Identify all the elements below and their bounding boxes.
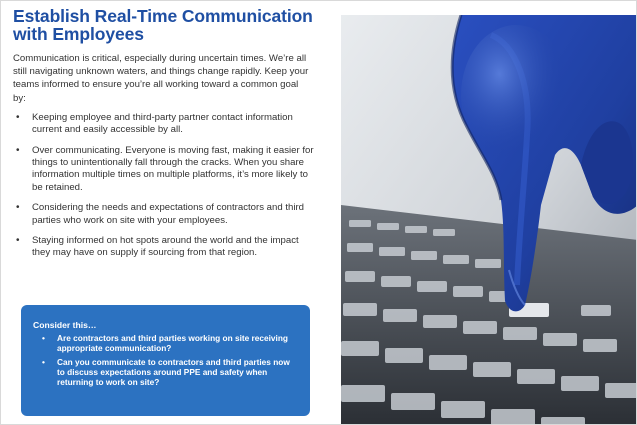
consider-callout-box: Consider this… • Are contractors and thi… [21, 305, 310, 416]
list-item: • Considering the needs and expectations… [13, 202, 315, 227]
photo-illustration [341, 15, 636, 424]
bullet-marker: • [16, 144, 20, 156]
bullet-marker: • [42, 333, 45, 343]
page-title: Establish Real-Time Communication with E… [13, 7, 329, 43]
list-item-text: Staying informed on hot spots around the… [32, 235, 299, 259]
bullet-marker: • [16, 111, 20, 123]
list-item-text: Over communicating. Everyone is moving f… [32, 144, 314, 193]
intro-paragraph: Communication is critical, especially du… [13, 53, 309, 104]
consider-list: • Are contractors and third parties work… [33, 333, 296, 387]
consider-item: • Are contractors and third parties work… [33, 333, 296, 354]
consider-heading: Consider this… [33, 320, 97, 330]
consider-item-text: Can you communicate to contractors and t… [57, 356, 290, 388]
consider-item-text: Are contractors and third parties workin… [57, 333, 288, 354]
list-item: • Over communicating. Everyone is moving… [13, 145, 315, 195]
bullet-list: • Keeping employee and third-party partn… [13, 112, 315, 260]
page-title-line-1: Establish Real-Time Communication [13, 6, 313, 26]
consider-item: • Can you communicate to contractors and… [33, 357, 296, 388]
list-item: • Keeping employee and third-party partn… [13, 112, 315, 137]
gloved-hand-keyboard-photo [341, 15, 636, 424]
page-title-line-2: with Employees [13, 24, 144, 44]
bullet-marker: • [42, 356, 45, 367]
list-item-text: Considering the needs and expectations o… [32, 202, 304, 226]
bullet-marker: • [16, 202, 20, 214]
bullet-marker: • [16, 235, 20, 247]
text-column: Establish Real-Time Communication with E… [13, 7, 329, 268]
list-item-text: Keeping employee and third-party partner… [32, 111, 293, 136]
list-item: • Staying informed on hot spots around t… [13, 235, 315, 260]
keyboard [341, 205, 636, 424]
document-page: Establish Real-Time Communication with E… [0, 0, 637, 425]
